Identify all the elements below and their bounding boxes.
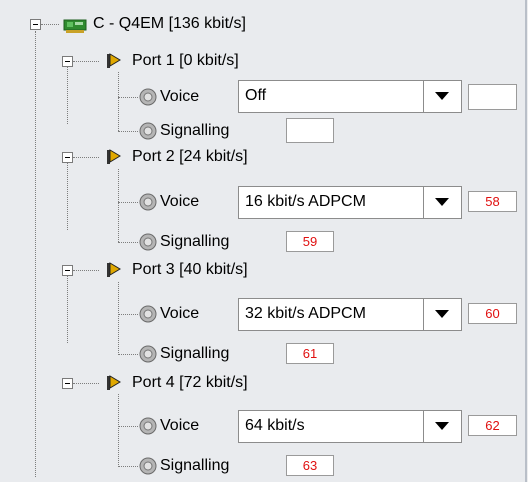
channel-knob-icon — [138, 121, 158, 146]
signalling-id-field[interactable]: 63 — [286, 455, 334, 476]
tree-connector — [118, 282, 119, 355]
voice-select-dropdown-button[interactable] — [423, 187, 461, 218]
tree-connector — [118, 354, 138, 355]
tree-connector — [118, 314, 138, 315]
port-flag-icon — [104, 373, 124, 398]
port-flag-icon — [104, 51, 124, 76]
voice-id-field[interactable]: 60 — [468, 303, 517, 324]
collapse-toggle[interactable] — [62, 152, 73, 163]
tree-connector — [118, 394, 119, 467]
port-flag-icon — [104, 260, 124, 285]
card-label[interactable]: C - Q4EM [136 kbit/s] — [93, 14, 246, 34]
channel-knob-icon — [138, 232, 158, 257]
signalling-label: Signalling — [160, 457, 230, 474]
collapse-toggle[interactable] — [30, 19, 41, 30]
tree-connector — [67, 276, 68, 343]
voice-select[interactable]: Off — [238, 80, 462, 113]
port-flag-icon — [104, 147, 124, 172]
voice-select-dropdown-button[interactable] — [423, 299, 461, 330]
voice-label: Voice — [160, 305, 200, 322]
port-label[interactable]: Port 3 [40 kbit/s] — [132, 260, 248, 280]
voice-id-field[interactable] — [468, 84, 517, 110]
voice-select-value: Off — [245, 87, 267, 104]
tree-connector — [41, 24, 59, 25]
channel-knob-icon — [138, 192, 158, 217]
port-label[interactable]: Port 1 [0 kbit/s] — [132, 51, 239, 71]
voice-select-value: 64 kbit/s — [245, 417, 305, 434]
tree-connector — [67, 67, 68, 124]
tree-connector — [73, 270, 99, 271]
voice-label: Voice — [160, 417, 200, 434]
tree-panel: C - Q4EM [136 kbit/s] Port 1 [0 kbit/s] … — [0, 0, 527, 482]
tree-connector — [118, 426, 138, 427]
collapse-toggle[interactable] — [62, 378, 73, 389]
collapse-toggle[interactable] — [62, 265, 73, 276]
tree-connector — [118, 97, 138, 98]
signalling-label: Signalling — [160, 233, 230, 250]
channel-knob-icon — [138, 416, 158, 441]
voice-select-value: 32 kbit/s ADPCM — [245, 305, 366, 322]
channel-knob-icon — [138, 344, 158, 369]
chevron-down-icon — [435, 310, 449, 318]
voice-select-dropdown-button[interactable] — [423, 81, 461, 112]
port-label[interactable]: Port 2 [24 kbit/s] — [132, 147, 248, 167]
voice-id-field[interactable]: 58 — [468, 191, 517, 212]
tree-connector — [118, 202, 138, 203]
voice-select[interactable]: 64 kbit/s — [238, 410, 462, 443]
voice-label: Voice — [160, 88, 200, 105]
tree-connector — [73, 61, 99, 62]
tree-connector — [118, 131, 138, 132]
tree-connector — [67, 163, 68, 230]
voice-id-field[interactable]: 62 — [468, 415, 517, 436]
chevron-down-icon — [435, 92, 449, 100]
signalling-id-field[interactable]: 61 — [286, 343, 334, 364]
signalling-id-field[interactable] — [286, 118, 334, 143]
chevron-down-icon — [435, 198, 449, 206]
signalling-label: Signalling — [160, 345, 230, 362]
voice-select-dropdown-button[interactable] — [423, 411, 461, 442]
tree-connector — [118, 169, 119, 242]
tree-connector — [118, 466, 138, 467]
chevron-down-icon — [435, 422, 449, 430]
board-card-icon — [62, 16, 90, 39]
voice-label: Voice — [160, 193, 200, 210]
channel-knob-icon — [138, 456, 158, 481]
channel-knob-icon — [138, 87, 158, 112]
voice-select[interactable]: 16 kbit/s ADPCM — [238, 186, 462, 219]
collapse-toggle[interactable] — [62, 56, 73, 67]
tree-connector — [118, 242, 138, 243]
port-label[interactable]: Port 4 [72 kbit/s] — [132, 373, 248, 393]
signalling-id-field[interactable]: 59 — [286, 231, 334, 252]
tree-connector — [73, 157, 99, 158]
signalling-label: Signalling — [160, 122, 230, 139]
tree-connector — [35, 31, 36, 477]
channel-knob-icon — [138, 304, 158, 329]
tree-connector — [118, 72, 119, 131]
tree-connector — [73, 383, 99, 384]
voice-select[interactable]: 32 kbit/s ADPCM — [238, 298, 462, 331]
voice-select-value: 16 kbit/s ADPCM — [245, 193, 366, 210]
